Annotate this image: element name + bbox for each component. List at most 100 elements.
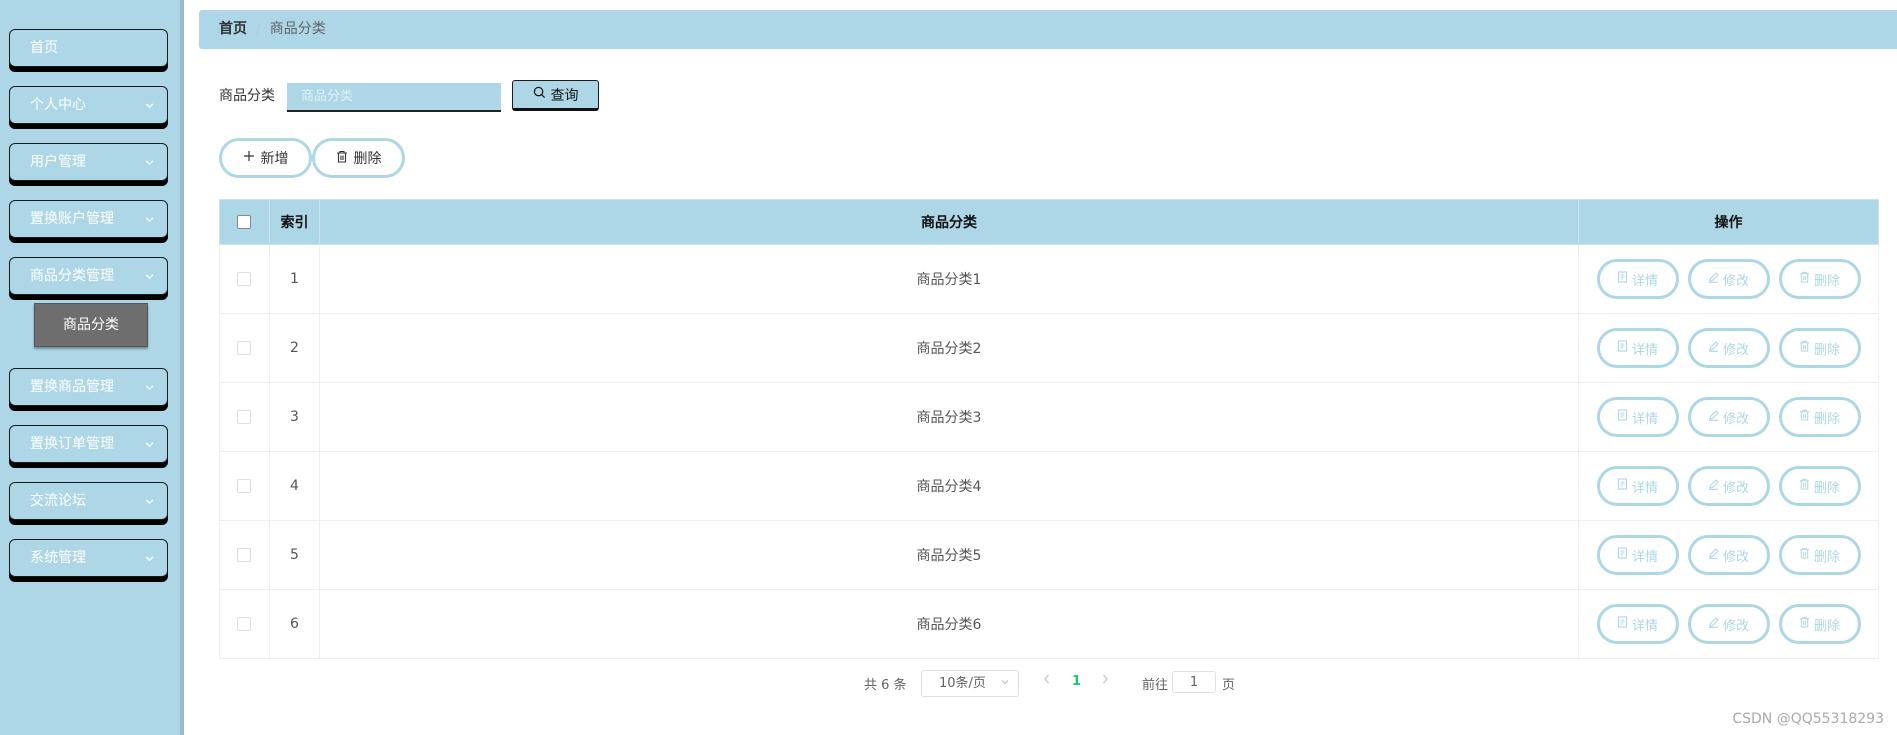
edit-button[interactable]: 修改 [1687,259,1770,299]
row-checkbox[interactable] [237,272,252,286]
query-button-label: 查询 [550,87,579,104]
sidebar-item-personal-center[interactable]: 个人中心 [9,86,168,124]
sidebar-subitem-category[interactable]: 商品分类 [34,303,148,347]
sidebar: 首页 个人中心 用户管理 置换账户管理 商品分类管理 商品分类 置换商品管理 置… [0,0,184,735]
row-delete-button[interactable]: 删除 [1778,466,1861,506]
detail-button[interactable]: 详情 [1596,397,1679,437]
row-select-cell [219,451,270,521]
column-header-actions: 操作 [1578,199,1879,245]
edit-button[interactable]: 修改 [1687,535,1770,575]
detail-button[interactable]: 详情 [1596,259,1679,299]
row-category: 商品分类4 [318,451,1580,521]
chevron-down-icon [144,369,155,405]
row-actions: 详情 修改 删除 [1578,589,1879,659]
sidebar-item-label: 用户管理 [30,154,86,170]
document-icon [1617,616,1628,632]
row-delete-button-label: 删除 [1813,411,1840,427]
search-icon [533,86,546,103]
row-category: 商品分类1 [318,244,1580,314]
chevron-down-icon [144,87,155,123]
next-page-icon[interactable] [1100,673,1110,689]
row-checkbox[interactable] [237,617,252,631]
edit-button[interactable]: 修改 [1687,397,1770,437]
row-checkbox[interactable] [237,341,252,355]
row-select-cell [219,313,270,383]
sidebar-item-label: 置换账户管理 [30,211,114,227]
edit-button[interactable]: 修改 [1687,466,1770,506]
sidebar-item-label: 置换订单管理 [30,436,114,452]
row-delete-button-label: 删除 [1813,480,1840,496]
row-index: 3 [268,382,320,452]
edit-button[interactable]: 修改 [1687,604,1770,644]
table-row: 3 商品分类3 详情 修改 删除 [219,382,1879,452]
detail-button-label: 详情 [1631,480,1658,496]
trash-icon [1799,616,1810,632]
row-delete-button-label: 删除 [1813,273,1840,289]
page-number-current[interactable]: 1 [1072,674,1081,689]
row-checkbox[interactable] [237,479,252,493]
row-select-cell [219,589,270,659]
edit-button-label: 修改 [1722,342,1749,358]
table-row: 6 商品分类6 详情 修改 删除 [219,589,1879,659]
row-delete-button-label: 删除 [1813,549,1840,565]
row-select-cell [219,244,270,314]
select-all-checkbox[interactable] [237,215,252,229]
trash-icon [1799,478,1810,494]
row-actions: 详情 修改 删除 [1578,451,1879,521]
page-size-select[interactable]: 10条/页 [921,670,1019,697]
row-delete-button[interactable]: 删除 [1778,259,1861,299]
row-checkbox[interactable] [237,548,252,562]
goto-page-input[interactable] [1172,671,1216,693]
row-index: 2 [268,313,320,383]
sidebar-item-label: 个人中心 [30,97,86,113]
sidebar-item-exchange-account[interactable]: 置换账户管理 [9,200,168,238]
search-input[interactable] [287,83,501,112]
add-button[interactable]: 新增 [219,138,312,178]
sidebar-item-exchange-orders[interactable]: 置换订单管理 [9,425,168,463]
detail-button[interactable]: 详情 [1596,328,1679,368]
query-button[interactable]: 查询 [512,80,599,111]
detail-button-label: 详情 [1631,618,1658,634]
sidebar-item-user-management[interactable]: 用户管理 [9,143,168,181]
edit-icon [1708,409,1719,425]
table-row: 5 商品分类5 详情 修改 删除 [219,520,1879,590]
table-header-row: 索引 商品分类 操作 [219,199,1879,245]
row-index: 1 [268,244,320,314]
row-delete-button[interactable]: 删除 [1778,328,1861,368]
chevron-down-icon [144,258,155,294]
breadcrumb-home[interactable]: 首页 [219,21,247,37]
detail-button[interactable]: 详情 [1596,466,1679,506]
sidebar-item-home[interactable]: 首页 [9,29,168,67]
row-delete-button[interactable]: 删除 [1778,604,1861,644]
page-unit-label: 页 [1222,678,1236,693]
row-index: 6 [268,589,320,659]
sidebar-item-label: 置换商品管理 [30,379,114,395]
prev-page-icon[interactable] [1042,673,1052,689]
row-category: 商品分类5 [318,520,1580,590]
sidebar-item-forum[interactable]: 交流论坛 [9,482,168,520]
document-icon [1617,271,1628,287]
chevron-down-icon [144,201,155,237]
batch-delete-button[interactable]: 删除 [312,138,405,178]
search-label: 商品分类 [219,88,275,104]
row-index: 4 [268,451,320,521]
row-actions: 详情 修改 删除 [1578,313,1879,383]
row-delete-button[interactable]: 删除 [1778,535,1861,575]
pagination-total: 共 6 条 [864,678,907,693]
detail-button[interactable]: 详情 [1596,535,1679,575]
sidebar-item-exchange-goods[interactable]: 置换商品管理 [9,368,168,406]
edit-button[interactable]: 修改 [1687,328,1770,368]
sidebar-item-category-management[interactable]: 商品分类管理 [9,257,168,295]
document-icon [1617,478,1628,494]
sidebar-item-system[interactable]: 系统管理 [9,539,168,577]
trash-icon [336,150,348,167]
row-delete-button[interactable]: 删除 [1778,397,1861,437]
detail-button-label: 详情 [1631,342,1658,358]
row-category: 商品分类3 [318,382,1580,452]
sidebar-item-label: 交流论坛 [30,493,86,509]
document-icon [1617,340,1628,356]
detail-button-label: 详情 [1631,273,1658,289]
select-all-cell [219,199,270,245]
detail-button[interactable]: 详情 [1596,604,1679,644]
row-checkbox[interactable] [237,410,252,424]
